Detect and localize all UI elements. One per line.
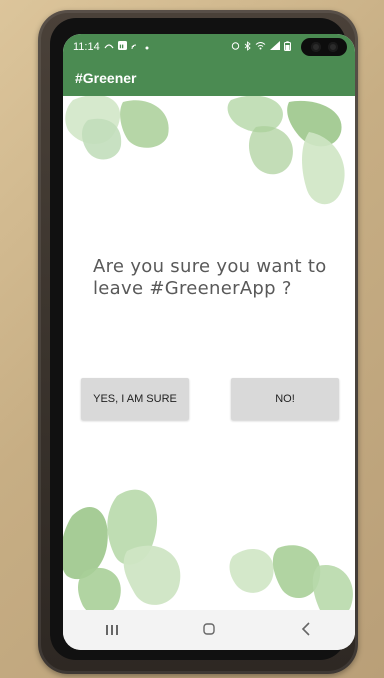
cast-icon bbox=[131, 41, 141, 53]
wifi-calling-icon bbox=[104, 41, 114, 54]
battery-icon bbox=[284, 40, 291, 54]
nav-bar bbox=[63, 610, 355, 650]
back-button[interactable] bbox=[286, 615, 326, 645]
status-time: 11:14 bbox=[73, 41, 100, 53]
linkedin-icon bbox=[117, 41, 127, 53]
no-button[interactable]: NO! bbox=[231, 378, 339, 420]
status-bar: 11:14 bbox=[63, 34, 355, 60]
leaf-decoration-top-right bbox=[227, 96, 345, 205]
status-left: 11:14 bbox=[73, 41, 149, 54]
leaf-decoration-bottom-right bbox=[229, 545, 353, 616]
back-icon bbox=[301, 621, 311, 640]
front-camera bbox=[301, 38, 347, 56]
photo-background: 11:14 #Greener Are you sure you want to … bbox=[0, 0, 384, 678]
phone-screen: 11:14 #Greener Are you sure you want to … bbox=[63, 34, 355, 650]
camera-lens bbox=[310, 42, 321, 52]
home-button[interactable] bbox=[189, 615, 229, 645]
confirm-message: Are you sure you want to leave #GreenerA… bbox=[93, 256, 327, 299]
home-icon bbox=[202, 621, 216, 640]
camera-lens bbox=[327, 42, 338, 52]
wifi-icon bbox=[255, 41, 266, 53]
app-title: #Greener bbox=[75, 70, 137, 86]
alarm-icon bbox=[231, 41, 240, 53]
dot-icon bbox=[145, 41, 149, 53]
recents-icon bbox=[105, 621, 119, 640]
leaf-decoration-bottom-left bbox=[63, 489, 181, 616]
leaf-decoration-top-left bbox=[65, 96, 169, 160]
signal-icon bbox=[270, 41, 280, 53]
bluetooth-icon bbox=[244, 40, 251, 54]
recents-button[interactable] bbox=[92, 615, 132, 645]
yes-sure-button[interactable]: YES, I AM SURE bbox=[81, 378, 189, 420]
app-bar: #Greener bbox=[63, 60, 355, 96]
dialog-content: Are you sure you want to leave #GreenerA… bbox=[63, 96, 355, 616]
status-right bbox=[231, 40, 291, 54]
